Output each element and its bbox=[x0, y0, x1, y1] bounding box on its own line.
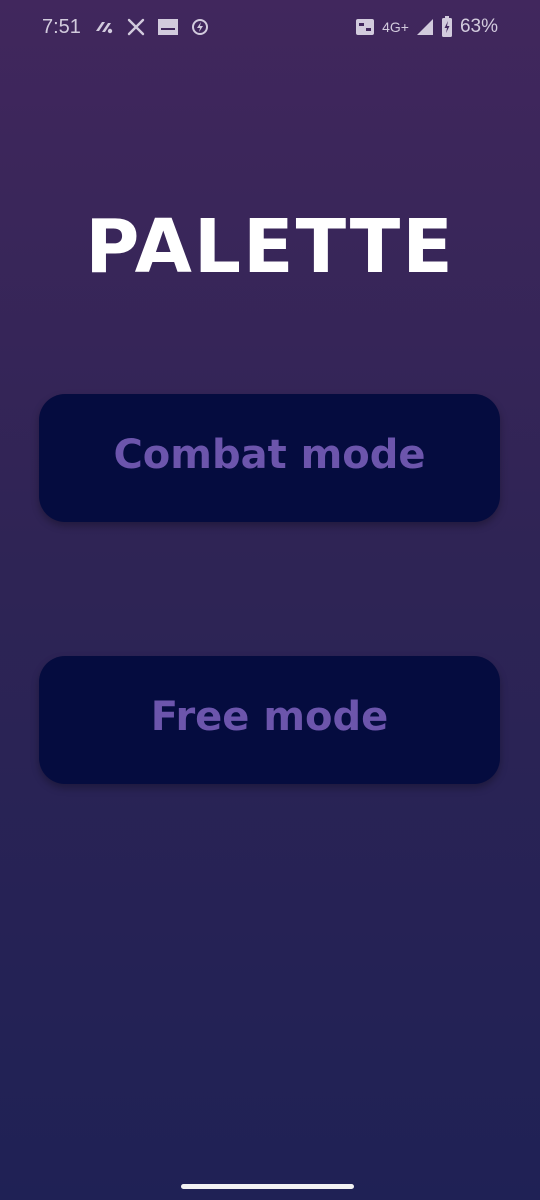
volte-icon bbox=[355, 18, 375, 36]
status-bar-right: 4G+ 63% bbox=[355, 14, 498, 40]
combat-mode-button[interactable]: Combat mode bbox=[39, 394, 500, 522]
power-saver-icon bbox=[191, 18, 209, 36]
app-title: PALETTE bbox=[85, 204, 455, 290]
battery-icon bbox=[441, 16, 453, 38]
gesture-navigation-handle[interactable] bbox=[181, 1184, 354, 1189]
status-time: 7:51 bbox=[42, 16, 81, 38]
free-mode-label: Free mode bbox=[150, 694, 389, 740]
app-notification-icon bbox=[93, 18, 115, 36]
free-mode-button[interactable]: Free mode bbox=[39, 656, 500, 784]
x-icon bbox=[127, 18, 145, 36]
signal-icon bbox=[416, 18, 434, 36]
status-bar: 7:51 4G+ 63% bbox=[0, 0, 540, 54]
combat-mode-label: Combat mode bbox=[113, 432, 426, 478]
network-type-label: 4G+ bbox=[382, 19, 409, 35]
battery-percent: 63% bbox=[459, 16, 498, 37]
status-bar-left: 7:51 bbox=[42, 14, 209, 40]
media-icon bbox=[157, 18, 179, 36]
